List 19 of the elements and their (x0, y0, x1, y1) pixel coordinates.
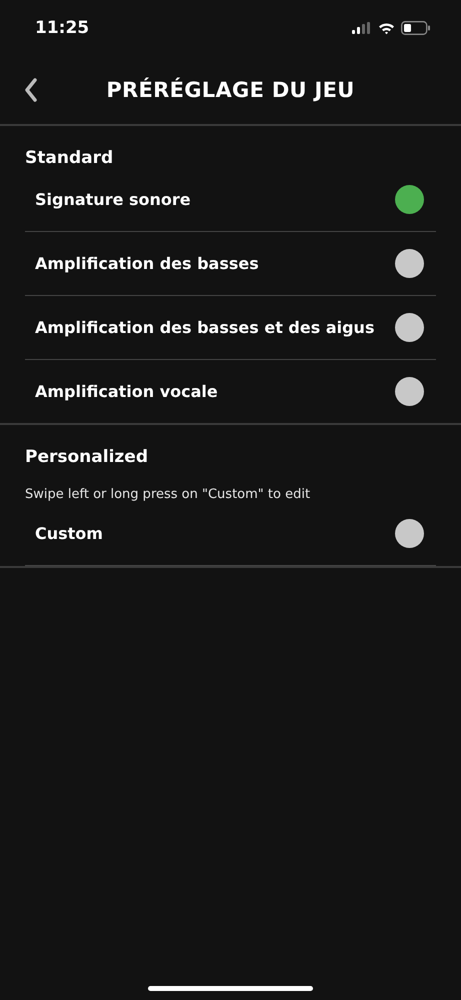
radio-button[interactable] (395, 519, 424, 548)
section-title: Standard (24, 148, 114, 168)
preset-option[interactable]: Custom (35, 524, 103, 543)
signal-icon (352, 22, 372, 34)
preset-option[interactable]: Amplification des basses et des aigus (35, 318, 374, 337)
preset-option[interactable]: Amplification des basses (35, 254, 259, 273)
back-icon[interactable] (24, 78, 38, 102)
radio-button[interactable] (395, 377, 424, 406)
status-time: 11:25 (35, 18, 90, 38)
section-title: Personalized (24, 447, 149, 467)
radio-button[interactable] (395, 249, 424, 278)
page-title: PRÉRÉGLAGE DU JEU (106, 78, 355, 102)
radio-button[interactable] (395, 185, 424, 214)
preset-option[interactable]: Signature sonore (35, 190, 191, 209)
preset-option[interactable]: Amplification vocale (35, 382, 218, 401)
wifi-icon (378, 22, 395, 34)
hint-text: Swipe left or long press on "Custom" to edit (24, 486, 312, 502)
battery-icon (401, 21, 431, 35)
radio-button[interactable] (395, 313, 424, 342)
